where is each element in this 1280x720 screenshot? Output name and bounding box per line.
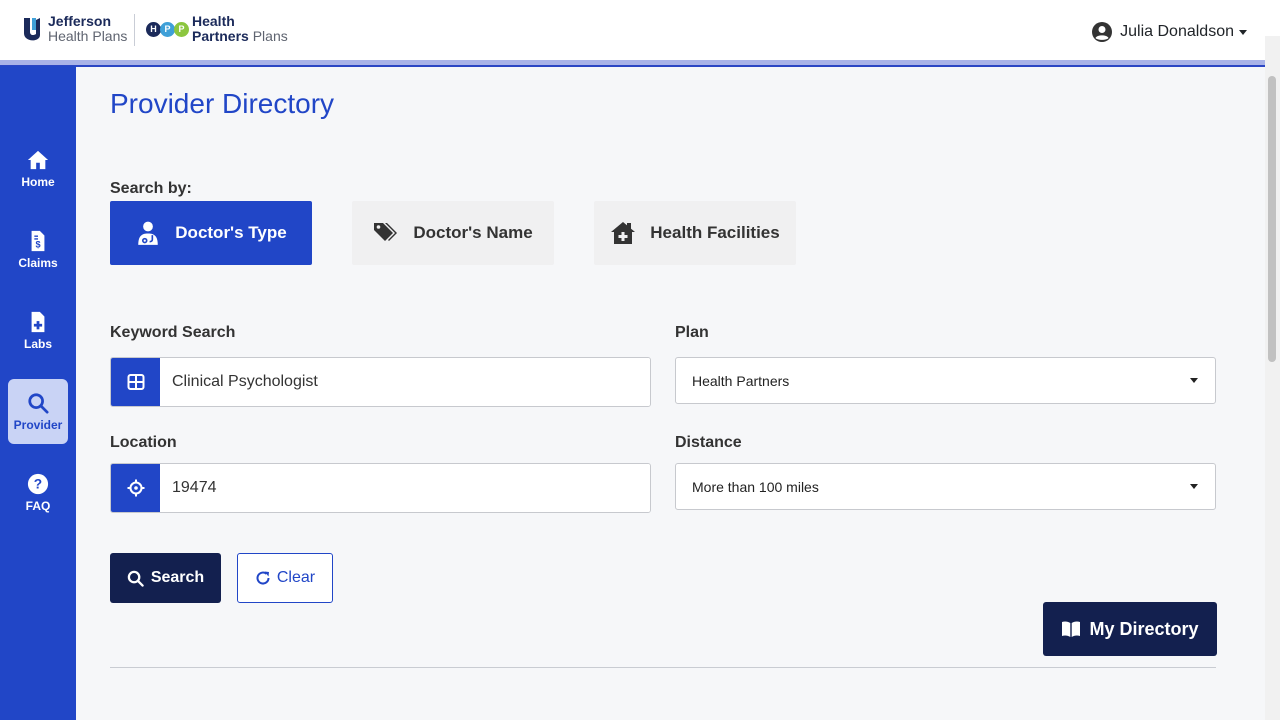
sidebar-item-label: Provider xyxy=(13,417,63,432)
sidebar: Home $ Claims Labs Provider ? FAQ xyxy=(0,66,76,720)
search-button-label: Search xyxy=(150,569,205,586)
plan-selected-value: Health Partners xyxy=(692,372,790,389)
plan-select[interactable]: Health Partners xyxy=(675,357,1216,404)
sidebar-item-claims[interactable]: $ Claims xyxy=(8,217,68,282)
sidebar-item-label: Home xyxy=(21,174,55,189)
sidebar-item-label: Labs xyxy=(23,336,52,351)
logo1-line1: Jefferson xyxy=(48,13,112,29)
svg-text:$: $ xyxy=(35,239,40,249)
plan-label: Plan xyxy=(675,324,709,341)
search-type-label: Health Facilities xyxy=(650,223,780,242)
search-type-label: Doctor's Name xyxy=(413,223,533,242)
search-type-health-facilities[interactable]: Health Facilities xyxy=(594,201,796,265)
my-directory-button[interactable]: My Directory xyxy=(1043,602,1217,656)
search-type-label: Doctor's Type xyxy=(175,223,287,242)
search-icon xyxy=(28,392,49,414)
my-directory-button-label: My Directory xyxy=(1089,618,1199,639)
search-button[interactable]: Search xyxy=(110,553,221,603)
logo2-line2a: Partners xyxy=(192,28,249,44)
house-medical-icon xyxy=(611,222,636,244)
user-menu[interactable]: Julia Donaldson xyxy=(1092,22,1247,42)
page-scrollbar[interactable] xyxy=(1265,36,1280,720)
location-label: Location xyxy=(110,434,177,451)
search-type-doctors-type[interactable]: Doctor's Type xyxy=(110,201,312,265)
doctor-icon xyxy=(138,221,159,245)
hpp-circle-p2: P xyxy=(174,21,189,37)
location-addon xyxy=(111,464,160,512)
jefferson-logo-icon xyxy=(24,18,40,41)
sidebar-item-provider[interactable]: Provider xyxy=(8,379,68,444)
home-icon xyxy=(27,150,49,169)
sidebar-item-home[interactable]: Home xyxy=(8,136,68,201)
tags-icon xyxy=(374,223,398,241)
search-icon xyxy=(127,570,144,587)
hpp-circle-h: H xyxy=(146,21,161,37)
chevron-down-icon xyxy=(1190,378,1198,383)
location-input[interactable] xyxy=(160,464,650,512)
logo2-line1: Health xyxy=(192,13,235,29)
keyword-search-group xyxy=(110,357,651,407)
sidebar-item-labs[interactable]: Labs xyxy=(8,298,68,363)
keyword-addon xyxy=(111,358,160,406)
header-accent-bar xyxy=(0,60,1265,67)
claims-document-icon: $ xyxy=(31,230,45,251)
header: Jefferson Health Plans H P P Health Part… xyxy=(0,0,1280,60)
section-divider xyxy=(110,667,1216,668)
distance-selected-value: More than 100 miles xyxy=(692,478,819,495)
logo2-line2b: Plans xyxy=(252,28,288,44)
scrollbar-thumb[interactable] xyxy=(1268,76,1276,362)
chevron-down-icon xyxy=(1190,484,1198,489)
user-name: Julia Donaldson xyxy=(1120,23,1234,40)
crosshairs-icon xyxy=(127,479,144,497)
sidebar-item-label: Claims xyxy=(18,255,58,270)
keyword-search-label: Keyword Search xyxy=(110,324,236,341)
sidebar-item-label: FAQ xyxy=(25,498,51,513)
hpp-logo-icon: H P P xyxy=(146,21,189,37)
search-by-label: Search by: xyxy=(110,180,192,197)
question-circle-icon: ? xyxy=(27,473,49,494)
location-group xyxy=(110,463,651,513)
grid-icon xyxy=(127,374,144,390)
svg-text:?: ? xyxy=(34,476,42,491)
page-title: Provider Directory xyxy=(110,88,335,119)
keyword-search-input[interactable] xyxy=(160,358,650,406)
distance-select[interactable]: More than 100 miles xyxy=(675,463,1216,510)
clear-button-label: Clear xyxy=(276,569,316,586)
user-avatar-icon xyxy=(1092,22,1113,42)
book-open-icon xyxy=(1062,621,1081,637)
health-partners-plans-logo[interactable]: H P P Health Partners Plans xyxy=(146,14,288,44)
hpp-circle-p1: P xyxy=(160,21,175,37)
clear-button[interactable]: Clear xyxy=(237,553,333,603)
sidebar-item-faq[interactable]: ? FAQ xyxy=(8,460,68,525)
chevron-down-icon xyxy=(1239,29,1247,35)
search-type-doctors-name[interactable]: Doctor's Name xyxy=(352,201,554,265)
labs-document-icon xyxy=(31,311,45,332)
logo-divider xyxy=(134,14,135,46)
jefferson-health-plans-logo[interactable]: Jefferson Health Plans xyxy=(22,14,127,44)
refresh-icon xyxy=(256,571,270,585)
logo1-line2: Health Plans xyxy=(48,28,128,44)
distance-label: Distance xyxy=(675,434,742,451)
